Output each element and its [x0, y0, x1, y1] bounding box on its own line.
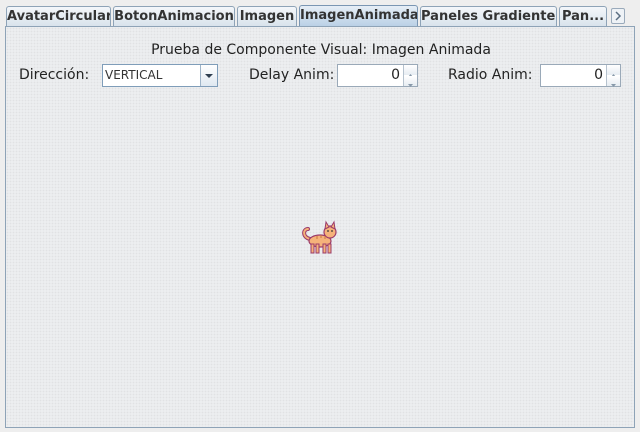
- tab-boton-animacion[interactable]: BotonAnimacion: [113, 6, 235, 26]
- delay-value: 0: [391, 67, 400, 83]
- panel-title: Prueba de Componente Visual: Imagen Anim…: [151, 42, 491, 58]
- delay-decrement-button[interactable]: [404, 76, 417, 87]
- delay-spinner[interactable]: 0: [337, 64, 418, 87]
- tab-paneles-gradientes[interactable]: Paneles Gradientes: [420, 6, 557, 26]
- tab-imagen[interactable]: Imagen: [237, 6, 297, 26]
- tab-label: Paneles Gradientes: [421, 9, 557, 24]
- radius-increment-button[interactable]: [607, 65, 620, 77]
- radius-decrement-button[interactable]: [607, 76, 620, 87]
- tab-label: ImagenAnimada: [300, 8, 418, 23]
- direction-label: Dirección:: [19, 67, 90, 83]
- direction-value: VERTICAL: [105, 68, 163, 82]
- tab-paneles-more[interactable]: Pan...: [559, 6, 607, 26]
- tab-strip: AvatarCircular BotonAnimacion Imagen Ima…: [0, 0, 640, 27]
- delay-label: Delay Anim:: [249, 67, 335, 83]
- tab-label: Pan...: [561, 9, 605, 24]
- triangle-down-icon: [408, 84, 413, 87]
- tab-avatar-circular[interactable]: AvatarCircular: [6, 6, 111, 26]
- cat-icon: [302, 220, 337, 254]
- radius-value: 0: [594, 67, 603, 83]
- radius-spinner[interactable]: 0: [540, 64, 621, 87]
- radius-spinner-arrows: [606, 65, 620, 87]
- delay-increment-button[interactable]: [404, 65, 417, 77]
- tab-label: AvatarCircular: [7, 9, 111, 24]
- direction-combobox[interactable]: VERTICAL: [102, 64, 218, 87]
- chevron-right-icon: [615, 11, 622, 21]
- radius-label: Radio Anim:: [448, 67, 533, 83]
- direction-dropdown-button[interactable]: [200, 65, 217, 86]
- delay-spinner-arrows: [403, 65, 417, 87]
- chevron-down-icon: [205, 74, 213, 78]
- tab-label: BotonAnimacion: [114, 9, 234, 24]
- tab-imagen-animada[interactable]: ImagenAnimada: [299, 5, 418, 27]
- triangle-down-icon: [611, 84, 616, 87]
- app-window: AvatarCircular BotonAnimacion Imagen Ima…: [0, 0, 640, 432]
- imagen-animada-panel: Prueba de Componente Visual: Imagen Anim…: [5, 26, 635, 428]
- tab-scroll-forward-button[interactable]: [611, 8, 625, 24]
- tab-label: Imagen: [239, 9, 295, 24]
